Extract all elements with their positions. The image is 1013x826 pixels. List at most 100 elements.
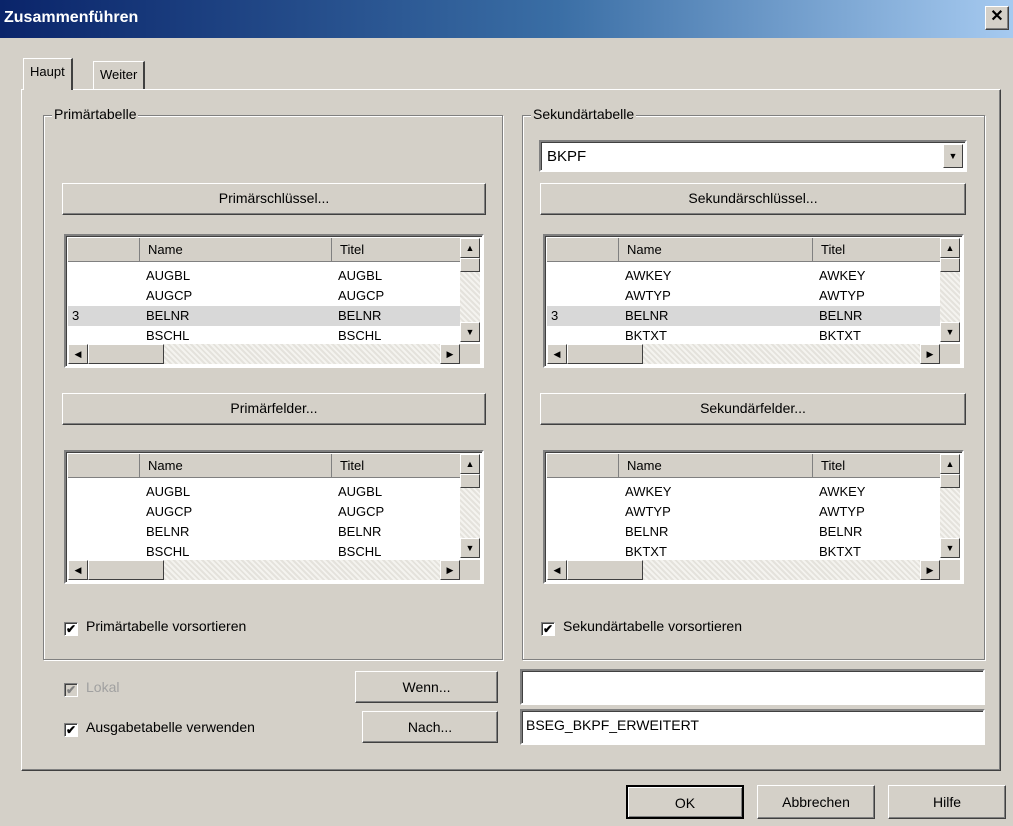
grid-header-title[interactable]: Titel	[813, 454, 944, 478]
scroll-down-icon[interactable]: ▼	[460, 322, 480, 342]
primary-key-grid[interactable]: Name Titel AUGBL AUGBL AUGCP AUGCP 3 BEL…	[64, 234, 484, 368]
row-title: BSCHL	[338, 328, 382, 342]
table-row[interactable]: AWKEY AWKEY	[547, 266, 940, 286]
close-icon[interactable]: ✕	[985, 6, 1009, 30]
output-table-label: Ausgabetabelle verwenden	[86, 719, 255, 735]
secondary-key-grid[interactable]: Name Titel AWKEY AWKEY AWTYP AWTYP 3 BEL…	[543, 234, 964, 368]
table-row[interactable]: BELNR BELNR	[68, 522, 460, 542]
grid-header-name[interactable]: Name	[140, 238, 332, 262]
scroll-right-icon[interactable]: ▶	[440, 344, 460, 364]
table-row[interactable]: BSCHL BSCHL	[68, 326, 460, 342]
horizontal-scrollbar[interactable]: ◀ ▶	[68, 344, 460, 364]
check-icon[interactable]: ✔	[64, 723, 78, 737]
secondary-presort-checkbox[interactable]: ✔ Sekundärtabelle vorsortieren	[541, 618, 742, 636]
horizontal-scrollbar[interactable]: ◀ ▶	[68, 560, 460, 580]
scroll-thumb[interactable]	[88, 560, 164, 580]
scroll-left-icon[interactable]: ◀	[547, 344, 567, 364]
row-title: BELNR	[819, 308, 863, 323]
tab-haupt[interactable]: Haupt	[23, 58, 73, 90]
scroll-left-icon[interactable]: ◀	[547, 560, 567, 580]
grid-header-title[interactable]: Titel	[813, 238, 944, 262]
tab-weiter[interactable]: Weiter	[93, 61, 146, 89]
scroll-up-icon[interactable]: ▲	[460, 454, 480, 474]
secondary-table-select[interactable]: BKPF ▼	[539, 140, 967, 172]
row-index: 3	[551, 308, 559, 323]
scroll-down-icon[interactable]: ▼	[460, 538, 480, 558]
scroll-thumb[interactable]	[567, 344, 643, 364]
table-row[interactable]: AWTYP AWTYP	[547, 286, 940, 306]
ok-button[interactable]: OK	[626, 785, 744, 819]
table-row[interactable]: AUGCP AUGCP	[68, 502, 460, 522]
row-name: AUGBL	[146, 268, 191, 283]
grid-body: AUGBL AUGBL AUGCP AUGCP BELNR BELNR BSCH…	[68, 478, 460, 558]
grid-header-name[interactable]: Name	[140, 454, 332, 478]
row-title: AUGBL	[338, 268, 383, 283]
scroll-right-icon[interactable]: ▶	[920, 560, 940, 580]
grid-header-title[interactable]: Titel	[332, 238, 464, 262]
scroll-thumb[interactable]	[460, 474, 480, 488]
check-icon[interactable]: ✔	[541, 622, 555, 636]
scroll-left-icon[interactable]: ◀	[68, 560, 88, 580]
secondary-fields-button[interactable]: Sekundärfelder...	[540, 393, 966, 425]
vertical-scrollbar[interactable]: ▲ ▼	[460, 454, 480, 558]
grid-header-title[interactable]: Titel	[332, 454, 464, 478]
primary-key-button[interactable]: Primärschlüssel...	[62, 183, 486, 215]
table-row[interactable]: AUGCP AUGCP	[68, 286, 460, 306]
secondary-fields-grid[interactable]: Name Titel AWKEY AWKEY AWTYP AWTYP BELNR…	[543, 450, 964, 584]
check-icon[interactable]: ✔	[64, 622, 78, 636]
row-title: AWTYP	[819, 504, 865, 519]
table-row[interactable]: AUGBL AUGBL	[68, 266, 460, 286]
table-row[interactable]: AWKEY AWKEY	[547, 482, 940, 502]
scroll-left-icon[interactable]: ◀	[68, 344, 88, 364]
primary-presort-label: Primärtabelle vorsortieren	[86, 618, 247, 634]
scroll-thumb[interactable]	[460, 258, 480, 272]
table-row[interactable]: BSCHL BSCHL	[68, 542, 460, 558]
vertical-scrollbar[interactable]: ▲ ▼	[940, 454, 960, 558]
table-row[interactable]: AUGBL AUGBL	[68, 482, 460, 502]
secondary-group-label: Sekundärtabelle	[531, 106, 637, 122]
row-name: AWTYP	[625, 504, 671, 519]
horizontal-scrollbar[interactable]: ◀ ▶	[547, 344, 940, 364]
row-name: BELNR	[146, 524, 190, 539]
scroll-thumb[interactable]	[567, 560, 643, 580]
scroll-up-icon[interactable]: ▲	[940, 454, 960, 474]
scroll-thumb[interactable]	[940, 474, 960, 488]
help-button[interactable]: Hilfe	[888, 785, 1006, 819]
secondary-key-button[interactable]: Sekundärschlüssel...	[540, 183, 966, 215]
cancel-button[interactable]: Abbrechen	[757, 785, 875, 819]
scroll-right-icon[interactable]: ▶	[440, 560, 460, 580]
table-row[interactable]: 3 BELNR BELNR	[68, 306, 460, 326]
output-table-field[interactable]: BSEG_BKPF_ERWEITERT	[520, 709, 985, 745]
row-title: BELNR	[338, 308, 382, 323]
chevron-down-icon[interactable]: ▼	[943, 144, 963, 168]
table-row[interactable]: BKTXT BKTXT	[547, 542, 940, 558]
if-button[interactable]: Wenn...	[355, 671, 498, 703]
horizontal-scrollbar[interactable]: ◀ ▶	[547, 560, 940, 580]
scroll-right-icon[interactable]: ▶	[920, 344, 940, 364]
scroll-corner	[940, 344, 960, 364]
table-row[interactable]: 3 BELNR BELNR	[547, 306, 940, 326]
scroll-down-icon[interactable]: ▼	[940, 538, 960, 558]
table-row[interactable]: AWTYP AWTYP	[547, 502, 940, 522]
scroll-down-icon[interactable]: ▼	[940, 322, 960, 342]
vertical-scrollbar[interactable]: ▲ ▼	[940, 238, 960, 342]
primary-group-label: Primärtabelle	[52, 106, 139, 122]
output-table-checkbox[interactable]: ✔ Ausgabetabelle verwenden	[64, 719, 255, 737]
grid-header-name[interactable]: Name	[619, 454, 813, 478]
secondary-table-value: BKPF	[547, 148, 587, 165]
primary-presort-checkbox[interactable]: ✔ Primärtabelle vorsortieren	[64, 618, 246, 636]
table-row[interactable]: BELNR BELNR	[547, 522, 940, 542]
vertical-scrollbar[interactable]: ▲ ▼	[460, 238, 480, 342]
if-expression-field[interactable]	[520, 669, 985, 705]
grid-header-name[interactable]: Name	[619, 238, 813, 262]
scroll-thumb[interactable]	[88, 344, 164, 364]
primary-fields-grid[interactable]: Name Titel AUGBL AUGBL AUGCP AUGCP BELNR…	[64, 450, 484, 584]
scroll-up-icon[interactable]: ▲	[460, 238, 480, 258]
table-row[interactable]: BKTXT BKTXT	[547, 326, 940, 342]
row-title: BELNR	[338, 524, 382, 539]
scroll-thumb[interactable]	[940, 258, 960, 272]
scroll-up-icon[interactable]: ▲	[940, 238, 960, 258]
grid-header-index	[68, 454, 140, 478]
primary-fields-button[interactable]: Primärfelder...	[62, 393, 486, 425]
to-button[interactable]: Nach...	[362, 711, 498, 743]
